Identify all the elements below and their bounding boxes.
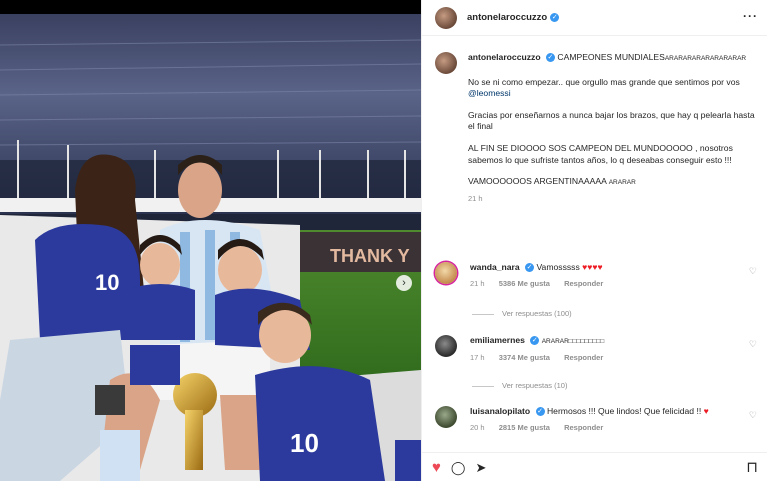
caption-line-1: No se ni como empezar.. que orgullo mas …	[468, 76, 740, 87]
commenter-username[interactable]: wanda_nara	[470, 262, 520, 272]
commenter-username[interactable]: luisanalopilato	[470, 406, 530, 416]
post-side-panel: antonelaroccuzzo ✓ ··· antonelaroccuzzo …	[421, 0, 767, 481]
comment-item: luisanalopilato ✓ Hermosos !!! Que lindo…	[435, 406, 765, 432]
view-replies-button[interactable]: Ver respuestas (10)	[472, 381, 567, 390]
author-username[interactable]: antonelaroccuzzo	[467, 12, 547, 23]
save-bookmark-icon[interactable]: ⊓	[746, 458, 758, 476]
like-heart-icon[interactable]: ♥	[432, 459, 441, 476]
comment-item: wanda_nara ✓ Vamosssss ♥♥♥♥ 21 h 5386 Me…	[435, 262, 765, 288]
caption-line-3: AL FIN SE DIOOOO SOS CAMPEON DEL MUNDOOO…	[468, 142, 733, 165]
verified-badge-icon: ✓	[550, 13, 560, 22]
post-image: THANK Y 10 10	[0, 14, 421, 481]
comment-text: ARARAR□□□□□□□□□	[541, 338, 605, 345]
comment-likes[interactable]: 2815 Me gusta	[499, 423, 550, 432]
commenter-avatar[interactable]	[435, 262, 457, 284]
caption-timestamp[interactable]: 21 h	[468, 193, 760, 205]
author-avatar[interactable]	[435, 6, 457, 29]
verified-badge-icon: ✓	[535, 407, 545, 417]
comment-item: emiliamernes ✓ ARARAR□□□□□□□□□ 17 h 3374…	[435, 335, 765, 362]
view-replies-button[interactable]: Ver respuestas (100)	[472, 309, 572, 318]
more-options-icon[interactable]: ···	[743, 9, 758, 23]
verified-badge-icon: ✓	[525, 263, 535, 273]
share-icon[interactable]: ➤	[475, 460, 486, 476]
comment-likes[interactable]: 3374 Me gusta	[499, 353, 550, 362]
shirt-number-boy: 10	[290, 428, 319, 458]
heart-emoji-icon: ♥♥♥♥	[582, 262, 603, 272]
post-actions-bar: ♥ ◯ ➤ ⊓	[422, 452, 767, 482]
shirt-number-woman: 10	[95, 270, 119, 295]
caption-username[interactable]: antonelaroccuzzo	[468, 52, 541, 62]
post-header: antonelaroccuzzo ✓ ···	[422, 0, 767, 36]
reply-button[interactable]: Responder	[564, 279, 603, 288]
comment-like-icon[interactable]: ♡	[749, 339, 757, 350]
verified-badge-icon: ✓	[530, 336, 540, 346]
comment-time[interactable]: 17 h	[470, 353, 485, 362]
comment-text: Vamosssss	[536, 262, 580, 272]
chevron-right-icon: ›	[402, 277, 406, 289]
reply-button[interactable]: Responder	[564, 423, 603, 432]
comment-time[interactable]: 20 h	[470, 423, 485, 432]
comment-icon[interactable]: ◯	[451, 460, 466, 476]
post-photo[interactable]: THANK Y 10 10 ›	[0, 0, 421, 481]
caption-line-4-tail: ARARAR	[608, 179, 636, 187]
comment-like-icon[interactable]: ♡	[749, 266, 757, 277]
banner-text: THANK Y	[330, 246, 410, 266]
comment-text: Hermosos !!! Que lindos! Que felicidad !…	[546, 406, 702, 416]
commenter-avatar[interactable]	[435, 406, 457, 428]
next-photo-button[interactable]: ›	[396, 275, 412, 291]
caption-line-2: Gracias por enseñarnos a nunca bajar los…	[468, 109, 755, 132]
reply-button[interactable]: Responder	[564, 353, 603, 362]
caption-title-tail: ARARARARARARARARAR	[664, 55, 747, 62]
post-caption: antonelaroccuzzo ✓ CAMPEONES MUNDIALESAR…	[435, 52, 760, 204]
commenter-username[interactable]: emiliamernes	[470, 335, 525, 345]
photo-top-bar	[0, 0, 421, 14]
verified-badge-icon: ✓	[545, 53, 555, 63]
caption-avatar[interactable]	[435, 52, 457, 74]
comment-likes[interactable]: 5386 Me gusta	[499, 279, 550, 288]
caption-title: CAMPEONES MUNDIALES	[557, 52, 665, 62]
heart-emoji-icon: ♥	[703, 406, 709, 416]
caption-line-4: VAMOOOOOOS ARGENTINAAAAA	[468, 176, 607, 187]
commenter-avatar[interactable]	[435, 335, 457, 357]
comment-time[interactable]: 21 h	[470, 279, 485, 288]
comment-like-icon[interactable]: ♡	[749, 410, 757, 421]
caption-header: antonelaroccuzzo ✓ CAMPEONES MUNDIALESAR…	[468, 52, 760, 65]
mention-link[interactable]: @leomessi	[468, 88, 511, 98]
